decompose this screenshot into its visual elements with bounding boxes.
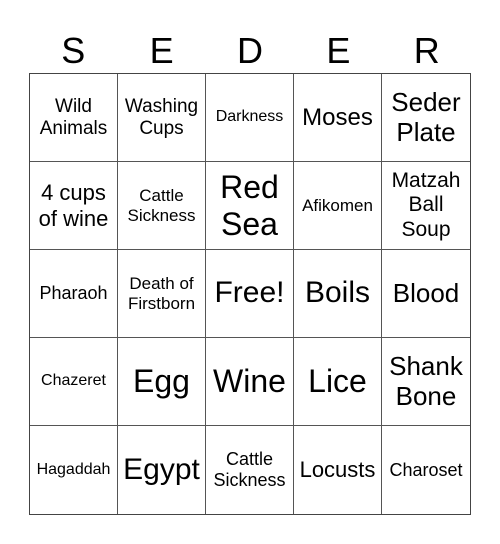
bingo-cell[interactable]: Egg (118, 338, 206, 426)
free-space-cell[interactable]: Free! (206, 250, 294, 338)
bingo-cell[interactable]: Death of Firstborn (118, 250, 206, 338)
bingo-cell[interactable]: Wild Animals (30, 74, 118, 162)
bingo-cell[interactable]: Blood (382, 250, 470, 338)
bingo-cell[interactable]: Boils (294, 250, 382, 338)
bingo-cell[interactable]: Egypt (118, 426, 206, 514)
bingo-cell[interactable]: Red Sea (206, 162, 294, 250)
bingo-cell[interactable]: Moses (294, 74, 382, 162)
bingo-cell[interactable]: Washing Cups (118, 74, 206, 162)
bingo-cell[interactable]: Chazeret (30, 338, 118, 426)
bingo-cell[interactable]: Pharaoh (30, 250, 118, 338)
bingo-cell[interactable]: 4 cups of wine (30, 162, 118, 250)
bingo-cell[interactable]: Wine (206, 338, 294, 426)
bingo-cell[interactable]: Shank Bone (382, 338, 470, 426)
header-letter-e: E (149, 30, 174, 71)
bingo-cell[interactable]: Lice (294, 338, 382, 426)
header-letter-e2: E (326, 30, 351, 71)
header-letter-r: R (413, 30, 440, 71)
bingo-cell[interactable]: Cattle Sickness (118, 162, 206, 250)
bingo-cell[interactable]: Hagaddah (30, 426, 118, 514)
header-letter-d: D (236, 30, 263, 71)
header-letter-s: S (61, 30, 86, 71)
bingo-cell[interactable]: Locusts (294, 426, 382, 514)
bingo-header: S E D E R (29, 30, 471, 72)
bingo-cell[interactable]: Afikomen (294, 162, 382, 250)
bingo-cell[interactable]: Darkness (206, 74, 294, 162)
bingo-cell[interactable]: Charoset (382, 426, 470, 514)
bingo-cell[interactable]: Cattle Sickness (206, 426, 294, 514)
bingo-cell[interactable]: Matzah Ball Soup (382, 162, 470, 250)
bingo-grid: Wild Animals Washing Cups Darkness Moses… (29, 73, 471, 515)
bingo-cell[interactable]: Seder Plate (382, 74, 470, 162)
